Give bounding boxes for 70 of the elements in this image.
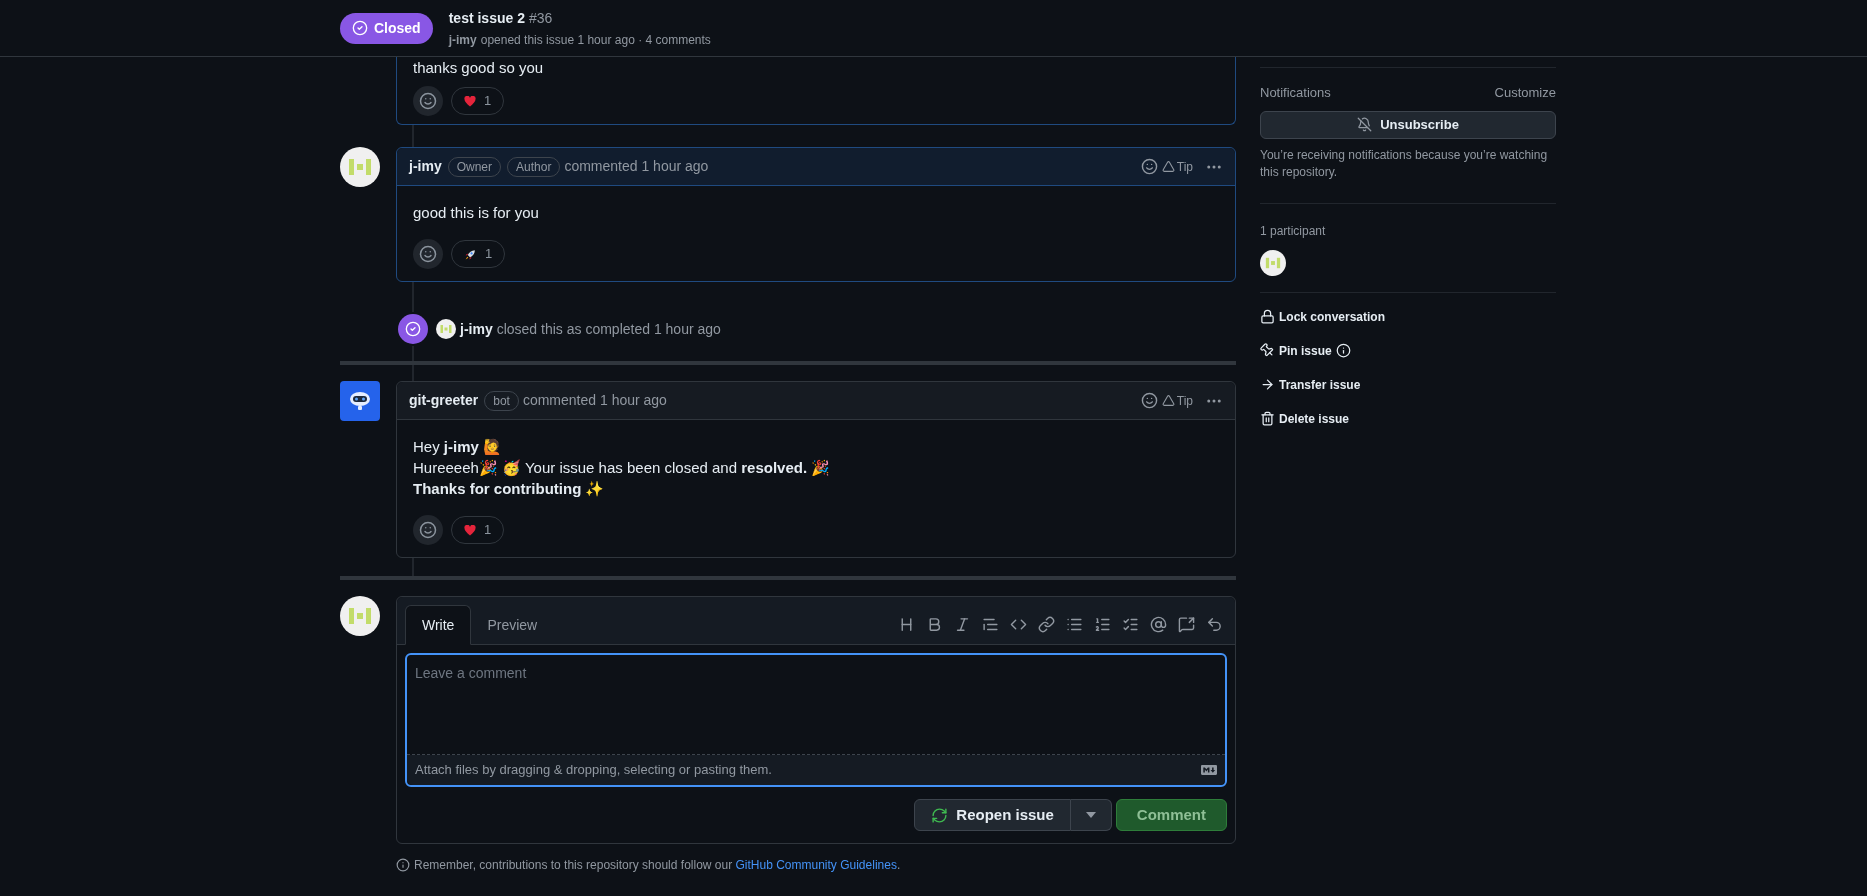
status-badge: Closed xyxy=(340,12,433,44)
smiley-icon xyxy=(419,92,437,110)
heart-icon xyxy=(464,95,476,107)
mention-icon[interactable] xyxy=(1150,615,1167,633)
add-reaction-icon[interactable] xyxy=(1140,158,1158,175)
sidebar-action[interactable]: Pin issue xyxy=(1260,341,1556,360)
info-icon xyxy=(396,858,410,872)
sidebar-action[interactable]: Transfer issue xyxy=(1260,375,1556,394)
actor-avatar-icon xyxy=(436,319,456,339)
avatar-icon xyxy=(340,147,380,187)
link-icon[interactable] xyxy=(1038,615,1055,633)
unsubscribe-button[interactable]: Unsubscribe xyxy=(1260,110,1556,139)
comment-time: commented 1 hour ago xyxy=(564,157,709,176)
info-icon xyxy=(1335,343,1351,358)
author-link[interactable]: git-greeter xyxy=(409,390,479,411)
editor-tab[interactable]: Preview xyxy=(471,605,554,645)
reference-icon[interactable] xyxy=(1178,615,1195,633)
sidebar-action[interactable]: Lock conversation xyxy=(1260,307,1556,326)
actor-link[interactable]: j-imy xyxy=(460,318,493,340)
comment-button[interactable]: Comment xyxy=(1115,799,1227,831)
sidebar-action[interactable]: Delete issue xyxy=(1260,409,1556,428)
author-link[interactable]: j-imy xyxy=(409,156,442,177)
comment-time: commented 1 hour ago xyxy=(522,391,667,410)
add-reaction-icon[interactable] xyxy=(1140,392,1158,409)
issue-number: #36 xyxy=(528,9,553,26)
lock-icon xyxy=(1260,309,1275,324)
add-reaction-button[interactable] xyxy=(413,86,443,116)
rocket-icon xyxy=(464,247,477,261)
caret-icon xyxy=(1085,812,1096,818)
customize-link[interactable]: Customize xyxy=(1494,83,1556,103)
reopen-icon xyxy=(931,806,949,824)
comment-text: thanks good so you xyxy=(413,58,545,78)
issue-meta: opened this issue 1 hour ago · 4 comments xyxy=(480,32,711,47)
reopen-options-button[interactable] xyxy=(1070,799,1112,831)
smiley-icon xyxy=(419,521,437,539)
smiley-icon xyxy=(419,245,437,263)
italic-icon[interactable] xyxy=(954,615,971,633)
triangle-icon xyxy=(1161,160,1175,173)
issue-title: test issue 2 xyxy=(448,9,525,26)
arrow-right-icon xyxy=(1260,377,1275,392)
add-reaction-button[interactable] xyxy=(413,515,443,545)
author-link[interactable]: j-imy xyxy=(448,32,477,47)
notification-reason: You’re receiving notifications because you’re watching this repository. xyxy=(1260,146,1549,181)
editor-tab[interactable]: Write xyxy=(405,605,472,645)
event-text: closed this as completed 1 hour ago xyxy=(496,319,721,339)
markdown-icon xyxy=(1201,762,1217,778)
bell-off-icon xyxy=(1357,117,1373,132)
robot-avatar-icon xyxy=(340,381,380,421)
reopen-issue-button[interactable]: Reopen issue xyxy=(914,799,1071,831)
comment-text: Hey j-imy 🙋 xyxy=(413,437,504,457)
trash-icon xyxy=(1260,411,1275,426)
avatar-icon xyxy=(340,596,380,636)
comment-field[interactable]: Leave a comment Attach files by dragging & dropping, selecting or pasting them. xyxy=(405,653,1227,787)
heart-icon xyxy=(464,524,476,536)
guidelines-link[interactable]: GitHub Community Guidelines xyxy=(735,858,897,872)
undo-icon[interactable] xyxy=(1206,615,1223,633)
participants-heading: 1 participant xyxy=(1260,223,1326,238)
closed-event-icon xyxy=(398,314,428,344)
numbered-list-icon[interactable] xyxy=(1094,615,1111,633)
comment-text: Thanks for contributing ✨ xyxy=(413,479,606,499)
attach-hint: Attach files by dragging & dropping, selecting or pasting them. xyxy=(415,761,772,780)
comment-text: good this is for you xyxy=(413,203,540,223)
tip-button[interactable]: Tip xyxy=(1161,157,1193,176)
guidelines-note: Remember, contributions to this repository should follow our GitHub Community Guidelines. xyxy=(414,857,901,874)
participant-avatar-icon xyxy=(1260,250,1286,276)
comment-text: Hureeeeh🎉 🥳 Your issue has been closed and resolved. 🎉 xyxy=(413,458,832,478)
add-reaction-button[interactable] xyxy=(413,239,443,269)
tip-button[interactable]: Tip xyxy=(1161,391,1193,410)
notifications-heading: Notifications xyxy=(1260,84,1331,102)
triangle-icon xyxy=(1161,394,1175,407)
